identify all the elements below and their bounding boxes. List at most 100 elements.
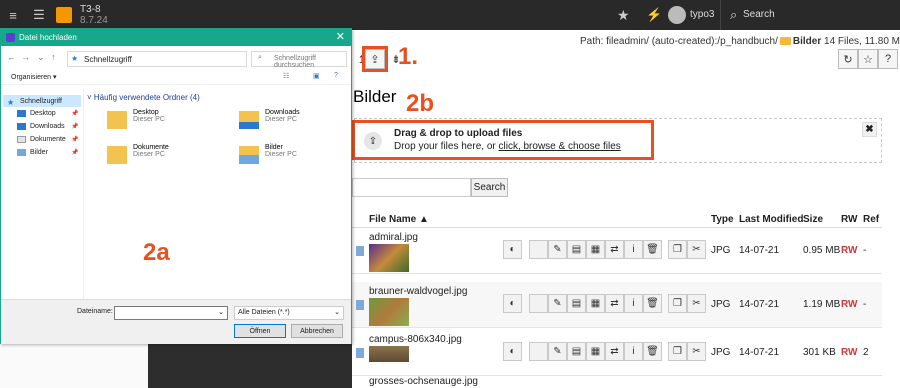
forward-icon[interactable]: → [21, 52, 30, 62]
avatar[interactable] [668, 6, 686, 24]
file-name[interactable]: admiral.jpg [369, 232, 418, 243]
file-name[interactable]: grosses-ochsenauge.jpg [369, 376, 478, 387]
cut-icon[interactable]: ✂ [687, 294, 706, 313]
history-chevron-icon[interactable]: ⌄ [37, 52, 45, 63]
browse-link[interactable]: click, browse & choose files [499, 141, 621, 152]
rename-icon[interactable]: ⇄ [605, 294, 624, 313]
view-options-icon[interactable]: ☷ [283, 72, 289, 80]
file-type: JPG [711, 299, 731, 310]
close-icon[interactable]: ✖ [862, 122, 877, 137]
tile-sub: Dieser PC [265, 151, 297, 158]
replace-icon[interactable]: ▤ [567, 294, 586, 313]
downloads-icon [17, 123, 26, 130]
info-icon[interactable]: i [624, 294, 643, 313]
edit-metadata-icon[interactable]: ◐ [503, 240, 522, 259]
empty-action [529, 240, 548, 259]
pencil-icon[interactable]: ✎ [548, 240, 567, 259]
organize-button[interactable]: Organisieren ▾ [11, 73, 57, 81]
empty-action [529, 294, 548, 313]
copy-icon[interactable]: ❐ [668, 294, 687, 313]
group-title: Häufig verwendete Ordner (4) [93, 93, 200, 102]
close-icon[interactable]: ✕ [336, 30, 345, 43]
folder-icon [107, 146, 127, 164]
rename-icon[interactable]: ⇄ [605, 240, 624, 259]
flush-cache-icon[interactable]: ⚡ [646, 7, 662, 23]
preview-icon[interactable]: ▦ [586, 342, 605, 361]
cut-icon[interactable]: ✂ [687, 240, 706, 259]
dropzone-title: Drag & drop to upload files [394, 128, 523, 139]
table-row[interactable]: brauner-waldvogel.jpg ◐ ✎ ▤ ▦ ⇄ i 🗑 ❐ ✂ … [352, 282, 882, 328]
version-label: 8.7.24 [80, 15, 108, 26]
help-icon[interactable]: ? [878, 49, 898, 69]
filename-input[interactable]: ⌄ [114, 306, 228, 320]
group-header[interactable]: ˅ Häufig verwendete Ordner (4) [87, 93, 200, 102]
dialog-search-input[interactable]: ⌕ Schnellzugriff durchsuchen [251, 51, 347, 69]
table-row[interactable]: campus-806x340.jpg ◐ ✎ ▤ ▦ ⇄ i 🗑 ❐ ✂ JPG… [352, 330, 882, 376]
delete-icon[interactable]: 🗑 [643, 294, 662, 313]
thumbnail[interactable] [369, 298, 409, 326]
annotation-step2b: 2b [406, 90, 435, 117]
help-icon[interactable]: ? [334, 72, 338, 79]
thumbnail[interactable] [369, 346, 409, 362]
topbar-search-label[interactable]: Search [743, 9, 775, 20]
search-icon[interactable]: ⌕ [730, 7, 737, 23]
pencil-icon[interactable]: ✎ [548, 342, 567, 361]
preview-icon[interactable]: ▦ [586, 294, 605, 313]
rename-icon[interactable]: ⇄ [605, 342, 624, 361]
chevron-down-icon[interactable]: ⌄ [218, 308, 224, 316]
tile-text: Bilder Dieser PC [265, 144, 345, 158]
filetype-select[interactable]: Alle Dateien (*.*) ⌄ [234, 306, 344, 320]
sidebar-item-documents[interactable]: Dokumente 📌 [7, 136, 83, 143]
up-icon[interactable]: ↑ [51, 52, 56, 62]
refresh-icon[interactable]: ↻ [838, 49, 858, 69]
search-button[interactable]: Search [471, 178, 508, 197]
cut-icon[interactable]: ✂ [687, 342, 706, 361]
file-search-input[interactable] [352, 178, 471, 197]
col-ref: Ref [863, 214, 880, 225]
info-icon[interactable]: i [624, 342, 643, 361]
sidebar-item-pictures[interactable]: Bilder 📌 [7, 149, 83, 156]
dialog-titlebar: Datei hochladen ✕ [1, 29, 351, 46]
chevron-down-icon[interactable]: ⌄ [334, 308, 340, 316]
pin-icon: 📌 [71, 111, 79, 117]
pencil-icon[interactable]: ✎ [548, 294, 567, 313]
file-name[interactable]: brauner-waldvogel.jpg [369, 286, 467, 297]
empty-action [529, 342, 548, 361]
sort-asc-icon[interactable]: ▲ [419, 214, 429, 225]
bookmark-star-icon[interactable]: ★ [617, 7, 630, 24]
bookmark-icon[interactable]: ☆ [858, 49, 878, 69]
file-rw: RW [841, 299, 858, 310]
table-row[interactable]: grosses-ochsenauge.jpg [352, 376, 882, 388]
edit-metadata-icon[interactable]: ◐ [503, 342, 522, 361]
col-name[interactable]: File Name [369, 214, 416, 225]
typo3-logo[interactable] [56, 7, 72, 23]
tile-text: Dokumente Dieser PC [133, 144, 223, 158]
table-row[interactable]: admiral.jpg ◐ ✎ ▤ ▦ ⇄ i 🗑 ❐ ✂ JPG 14-07-… [352, 228, 882, 274]
replace-icon[interactable]: ▤ [567, 240, 586, 259]
sidebar-item-downloads[interactable]: Downloads 📌 [7, 123, 83, 130]
open-button[interactable]: Öffnen [234, 324, 286, 338]
preview-icon[interactable]: ▦ [586, 240, 605, 259]
delete-icon[interactable]: 🗑 [643, 342, 662, 361]
replace-icon[interactable]: ▤ [567, 342, 586, 361]
copy-icon[interactable]: ❐ [668, 240, 687, 259]
username[interactable]: typo3 [690, 9, 714, 20]
file-size: 301 KB [803, 347, 836, 358]
sidebar-label: Desktop [30, 110, 56, 117]
sidebar-item-quickaccess[interactable]: ★ Schnellzugriff [3, 95, 81, 107]
back-icon[interactable]: ← [7, 52, 16, 62]
module-menu-icon[interactable]: ☰ [26, 0, 52, 30]
file-ref: - [863, 299, 867, 310]
address-bar[interactable]: ★ Schnellzugriff [67, 51, 247, 67]
sidebar-item-desktop[interactable]: Desktop 📌 [7, 110, 83, 117]
delete-icon[interactable]: 🗑 [643, 240, 662, 259]
edit-metadata-icon[interactable]: ◐ [503, 294, 522, 313]
copy-icon[interactable]: ❐ [668, 342, 687, 361]
thumbnail[interactable] [369, 244, 409, 272]
cancel-button[interactable]: Abbrechen [291, 324, 343, 338]
file-name[interactable]: campus-806x340.jpg [369, 334, 462, 345]
menu-icon[interactable]: ≡ [0, 0, 26, 30]
info-icon[interactable]: i [624, 240, 643, 259]
preview-pane-icon[interactable]: ▣ [313, 72, 320, 80]
tile-name: Downloads [265, 109, 300, 116]
